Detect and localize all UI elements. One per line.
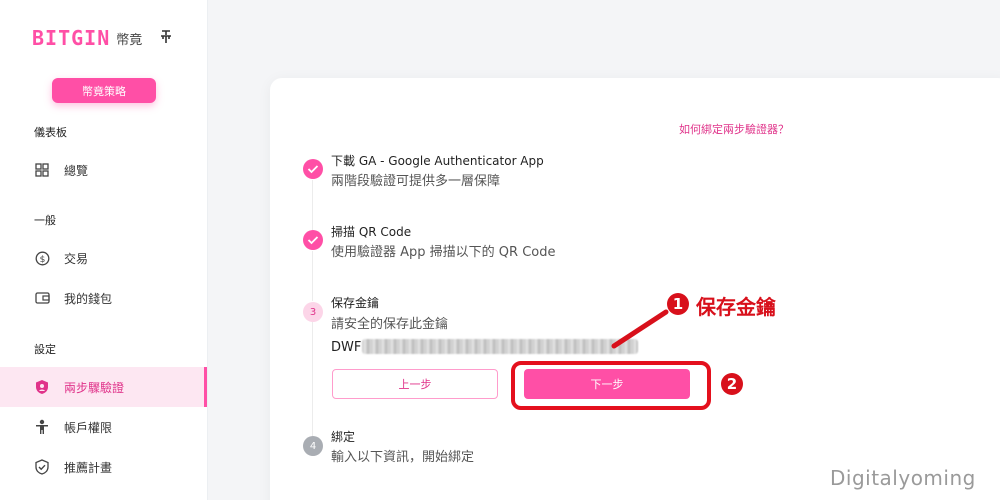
watermark: Digitalyoming <box>830 466 976 490</box>
annotation-highlight-box <box>511 361 711 410</box>
annotation-badge-2: 2 <box>721 373 743 395</box>
annotation-label: 保存金鑰 <box>696 295 776 319</box>
annotation-arrow <box>611 309 669 349</box>
annotation-badge-1: 1 <box>667 293 689 315</box>
